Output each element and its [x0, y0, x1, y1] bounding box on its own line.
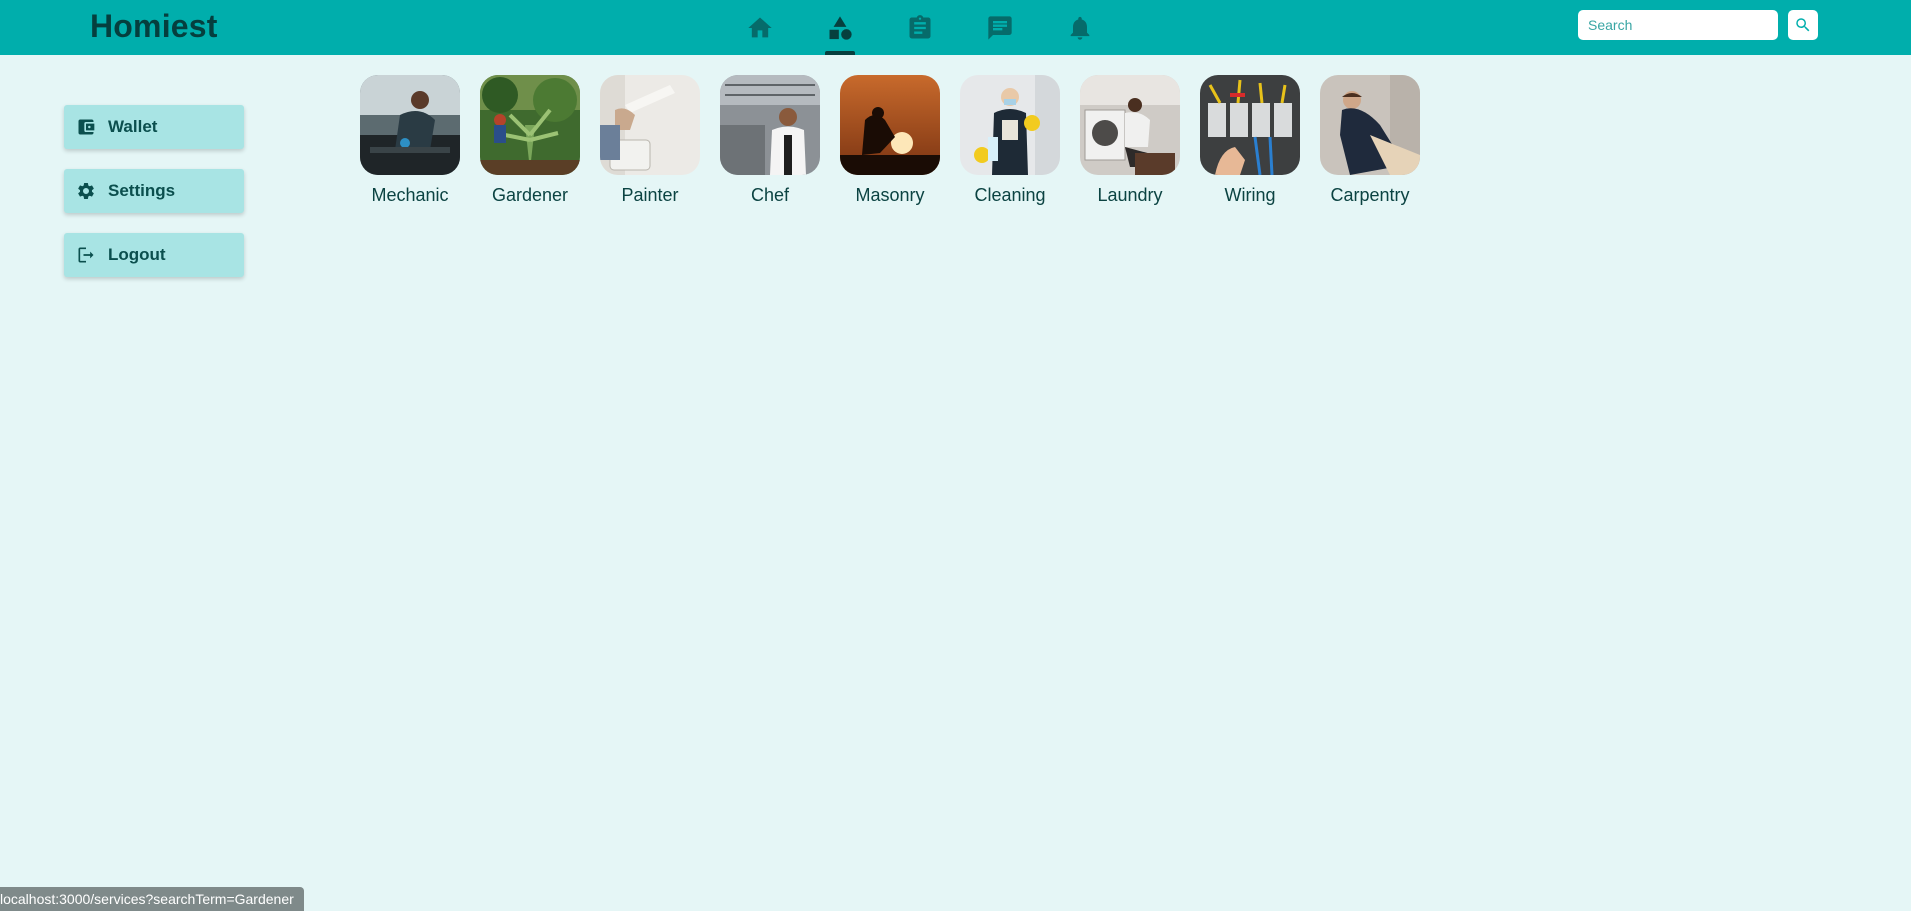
clipboard-icon — [909, 14, 931, 38]
service-mechanic[interactable]: Mechanic — [360, 75, 460, 206]
nav-services[interactable] — [800, 0, 880, 55]
service-label: Painter — [621, 185, 679, 205]
nav-notifications[interactable] — [1040, 0, 1120, 55]
sidebar: Wallet Settings Logout — [64, 105, 244, 277]
home-icon — [748, 17, 772, 37]
nav-home[interactable] — [720, 0, 800, 55]
service-gardener[interactable]: Gardener — [480, 75, 580, 206]
wallet-label: Wallet — [108, 117, 158, 136]
search-bar — [1578, 10, 1818, 40]
service-wiring[interactable]: Wiring — [1200, 75, 1300, 206]
wallet-button[interactable]: Wallet — [64, 105, 244, 149]
bell-icon — [1070, 16, 1090, 40]
brand-logo[interactable]: Homiest — [90, 6, 218, 46]
service-laundry[interactable]: Laundry — [1080, 75, 1180, 206]
painter-image — [600, 75, 700, 175]
mechanic-image — [360, 75, 460, 175]
service-masonry[interactable]: Masonry — [840, 75, 940, 206]
service-label: Chef — [750, 185, 790, 205]
settings-label: Settings — [108, 181, 176, 200]
gear-icon — [78, 182, 94, 199]
main-nav — [720, 0, 1120, 55]
search-button[interactable] — [1788, 10, 1818, 40]
service-label: Mechanic — [371, 185, 449, 205]
chef-image — [720, 75, 820, 175]
services-icon — [829, 15, 852, 40]
carpentry-image — [1320, 75, 1420, 175]
gardener-image — [480, 75, 580, 175]
service-label: Wiring — [1224, 185, 1276, 205]
search-input[interactable] — [1578, 10, 1778, 40]
settings-button[interactable]: Settings — [64, 169, 244, 213]
service-label: Masonry — [855, 185, 925, 205]
service-label: Cleaning — [974, 185, 1046, 205]
status-bar-url: localhost:3000/services?searchTerm=Garde… — [0, 887, 304, 911]
nav-bookings[interactable] — [880, 0, 960, 55]
masonry-image — [840, 75, 940, 175]
logout-button[interactable]: Logout — [64, 233, 244, 277]
search-icon — [1796, 18, 1810, 32]
chat-icon — [988, 15, 1012, 40]
laundry-image — [1080, 75, 1180, 175]
top-navbar: Homiest — [0, 0, 1911, 55]
nav-messages[interactable] — [960, 0, 1040, 55]
service-label: Laundry — [1097, 185, 1163, 205]
wiring-image — [1200, 75, 1300, 175]
wallet-icon — [78, 119, 95, 135]
cleaning-image — [960, 75, 1060, 175]
service-painter[interactable]: Painter — [600, 75, 700, 206]
service-label: Carpentry — [1330, 185, 1410, 205]
service-label: Gardener — [491, 185, 569, 205]
service-carpentry[interactable]: Carpentry — [1320, 75, 1420, 206]
service-cleaning[interactable]: Cleaning — [960, 75, 1060, 206]
logout-icon — [78, 247, 94, 263]
logout-label: Logout — [108, 245, 166, 264]
service-chef[interactable]: Chef — [720, 75, 820, 206]
service-categories: Mechanic Gardener Painter Chef Masonry C… — [360, 75, 1420, 206]
